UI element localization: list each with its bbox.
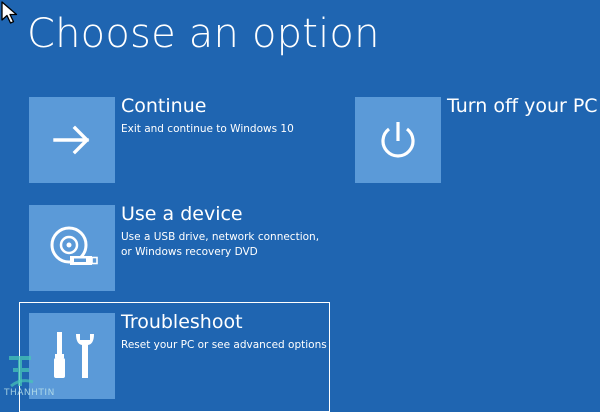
option-use-device-description: Use a USB drive, network connection, or … (121, 231, 320, 258)
focus-rectangle (19, 302, 330, 412)
option-use-device-label[interactable]: Use a device (121, 202, 243, 226)
option-continue-tile[interactable] (29, 97, 115, 183)
power-icon (381, 122, 415, 158)
option-continue-label[interactable]: Continue (121, 94, 206, 118)
watermark-text: THANHTIN (4, 388, 55, 398)
option-continue-description: Exit and continue to Windows 10 (121, 123, 294, 135)
disc-usb-icon (50, 226, 98, 265)
option-use-device-tile[interactable] (29, 205, 115, 291)
page-title: Choose an option (27, 11, 380, 57)
option-use-device[interactable]: Use a device Use a USB drive, network co… (29, 202, 329, 291)
option-continue[interactable]: Continue Exit and continue to Windows 10 (29, 94, 329, 183)
recovery-screen: Choose an option Continue Exit and conti… (0, 0, 600, 412)
option-turn-off-label[interactable]: Turn off your PC (447, 94, 598, 118)
option-turn-off[interactable]: Turn off your PC (355, 94, 598, 183)
arrow-right-icon (53, 125, 90, 155)
mouse-pointer-icon (1, 1, 18, 24)
option-turn-off-tile[interactable] (355, 97, 441, 183)
